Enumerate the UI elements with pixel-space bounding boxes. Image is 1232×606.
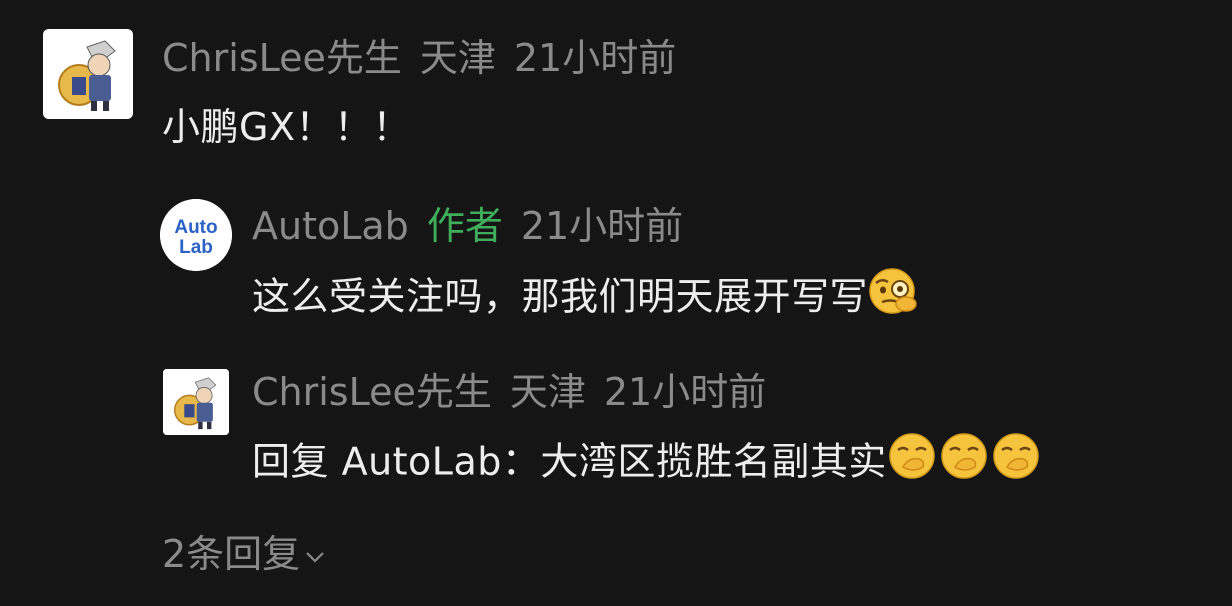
autolab-logo-icon: Auto Lab	[160, 199, 232, 271]
hand-over-mouth-emoji-icon	[887, 431, 939, 491]
logo-line-1: Auto	[174, 217, 217, 238]
avatar[interactable]	[163, 369, 229, 435]
timestamp: 21小时前	[520, 204, 684, 248]
logo-line-2: Lab	[179, 237, 213, 258]
reply-text-body: 这么受关注吗，那我们明天展开写写	[252, 274, 869, 319]
reply-meta: AutoLab 作者 21小时前	[252, 204, 683, 248]
more-replies-label: 2条回复	[162, 532, 301, 576]
avatar[interactable]: Auto Lab	[160, 199, 232, 271]
avatar[interactable]	[43, 29, 133, 119]
reply-text: 回复 AutoLab：大湾区揽胜名副其实	[252, 433, 1043, 491]
author-badge: 作者	[426, 204, 503, 248]
avatar-knight-shield-icon	[163, 369, 229, 435]
location: 天津	[419, 36, 496, 80]
timestamp: 21小时前	[603, 370, 767, 414]
reply-meta: ChrisLee先生 天津 21小时前	[252, 370, 766, 414]
comment-text: 小鹏GX！！！	[162, 105, 411, 149]
username[interactable]: ChrisLee先生	[162, 36, 402, 80]
thinking-monocle-emoji-icon	[868, 266, 920, 326]
reply-text: 这么受关注吗，那我们明天展开写写	[252, 268, 920, 326]
hand-over-mouth-emoji-icon	[939, 431, 991, 491]
hand-over-mouth-emoji-icon	[991, 431, 1043, 491]
reply-text-body: 回复 AutoLab：大湾区揽胜名副其实	[252, 439, 887, 484]
chevron-down-icon	[306, 551, 324, 563]
comment-meta: ChrisLee先生 天津 21小时前	[162, 36, 676, 80]
more-replies-link[interactable]: 2条回复	[162, 532, 326, 576]
location: 天津	[509, 370, 586, 414]
username[interactable]: ChrisLee先生	[252, 370, 492, 414]
avatar-knight-shield-icon	[43, 29, 133, 119]
timestamp: 21小时前	[513, 36, 677, 80]
username[interactable]: AutoLab	[252, 204, 409, 248]
